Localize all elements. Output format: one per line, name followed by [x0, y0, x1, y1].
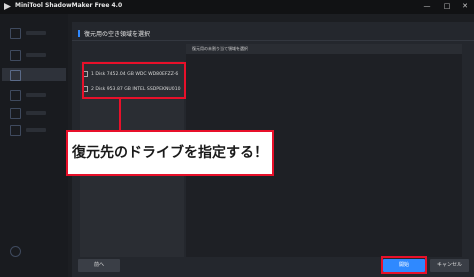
- menu-icon[interactable]: [10, 246, 21, 257]
- dialog-title: 復元用の空き領域を選択: [84, 31, 151, 38]
- sidebar-item-home[interactable]: [26, 31, 46, 35]
- sidebar-item-backup[interactable]: [26, 53, 46, 57]
- home-icon[interactable]: [10, 28, 21, 39]
- divider: [72, 40, 474, 41]
- close-button[interactable]: ✕: [458, 1, 472, 12]
- cancel-button[interactable]: キャンセル: [430, 259, 469, 272]
- connect-icon[interactable]: [10, 125, 21, 136]
- media-icon[interactable]: [10, 108, 21, 119]
- app-logo-icon: [4, 3, 11, 10]
- backup-icon[interactable]: [10, 50, 21, 61]
- sidebar-item-tools[interactable]: [26, 93, 46, 97]
- title-bar: MiniTool ShadowMaker Free 4.0 — □ ✕: [0, 0, 474, 14]
- app-title: MiniTool ShadowMaker Free 4.0: [15, 2, 123, 9]
- title-accent-bar: [78, 30, 80, 37]
- start-highlight-box: [381, 256, 427, 274]
- tools-icon[interactable]: [10, 90, 21, 101]
- partition-panel-title: 復元用の未割り当て領域を選択: [192, 46, 248, 51]
- maximize-button[interactable]: □: [440, 1, 454, 12]
- sidebar-item-connect[interactable]: [26, 128, 46, 132]
- restore-icon[interactable]: [10, 70, 21, 81]
- sidebar-item-media[interactable]: [26, 111, 46, 115]
- minimize-button[interactable]: —: [420, 1, 434, 12]
- sidebar: [0, 14, 68, 277]
- disk-highlight-box: [82, 62, 186, 99]
- back-button[interactable]: 前へ: [78, 259, 120, 272]
- annotation-connector: [119, 99, 121, 130]
- annotation-callout: 復元先のドライブを指定する！: [66, 130, 274, 176]
